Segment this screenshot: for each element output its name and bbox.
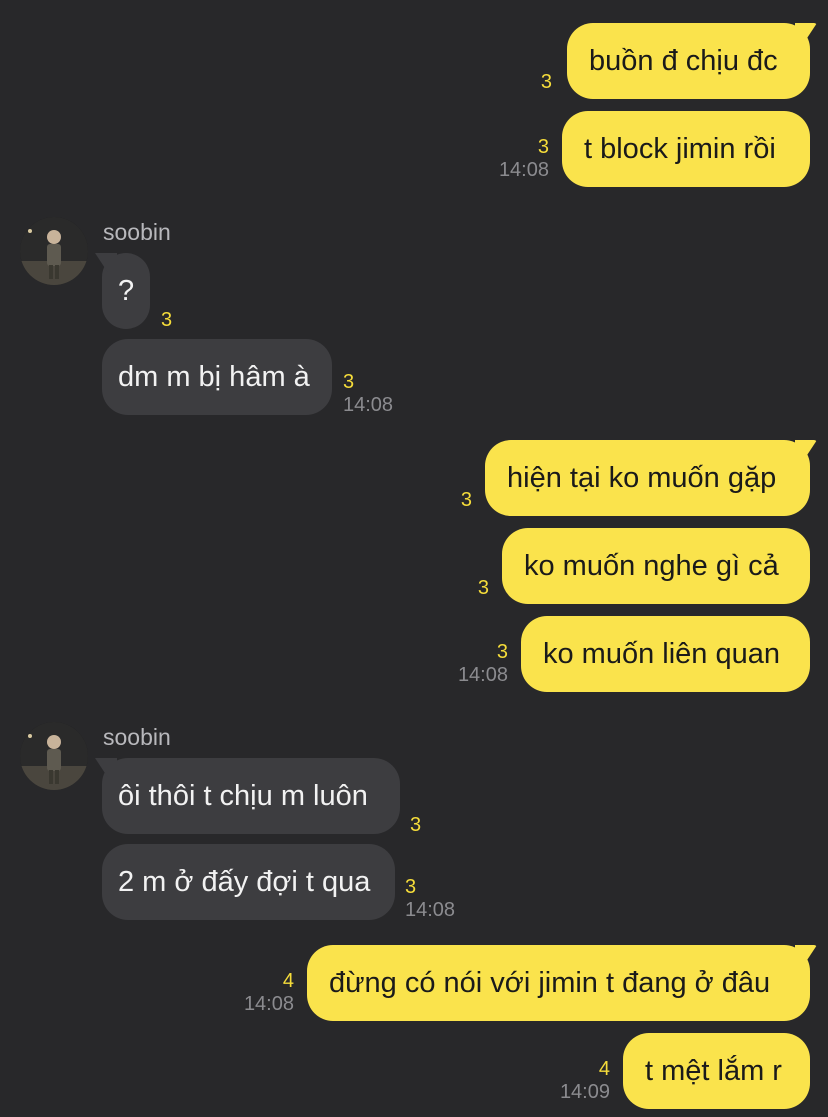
message-bubble-incoming[interactable]: 2 m ở đấy đợi t qua	[102, 844, 395, 920]
unread-count: 4	[598, 1058, 610, 1080]
message-meta: 3	[541, 71, 552, 93]
unread-count: 3	[496, 641, 508, 663]
unread-count: 3	[460, 489, 472, 511]
message-meta: 3 14:08	[458, 641, 508, 687]
message-text: đừng có nói với jimin t đang ở đâu	[329, 966, 771, 999]
message-row-outgoing: hiện tại ko muốn gặp 3	[0, 440, 828, 516]
message-meta: 3 14:08	[405, 876, 455, 922]
message-row-outgoing: đừng có nói với jimin t đang ở đâu 4 14:…	[0, 945, 828, 1021]
message-row-incoming: ? 3	[0, 253, 828, 331]
message-text: ?	[118, 274, 135, 307]
unread-count: 4	[282, 970, 294, 992]
unread-count: 3	[410, 814, 422, 836]
message-time: 14:08	[243, 993, 294, 1015]
message-time: 14:08	[457, 664, 508, 686]
message-text: ko muốn liên quan	[543, 637, 780, 670]
message-text: 2 m ở đấy đợi t qua	[118, 865, 371, 898]
message-text: dm m bị hâm à	[118, 360, 310, 393]
message-row-incoming: dm m bị hâm à 3 14:08	[0, 339, 828, 417]
message-row-incoming: ôi thôi t chịu m luôn 3	[0, 758, 828, 836]
message-bubble-outgoing[interactable]: ko muốn nghe gì cả	[502, 528, 810, 604]
message-meta: 4 14:09	[560, 1058, 610, 1104]
message-text: ôi thôi t chịu m luôn	[118, 779, 368, 812]
message-time: 14:08	[405, 899, 456, 921]
message-meta: 3 14:08	[499, 136, 549, 182]
message-meta: 3	[461, 489, 472, 511]
unread-count: 3	[477, 577, 489, 599]
message-row-incoming: 2 m ở đấy đợi t qua 3 14:08	[0, 844, 828, 922]
message-row-outgoing: ko muốn nghe gì cả 3	[0, 528, 828, 604]
message-bubble-outgoing[interactable]: t mệt lắm r	[623, 1033, 810, 1109]
message-text: t block jimin rồi	[584, 132, 776, 165]
message-meta: 3	[478, 577, 489, 599]
unread-count: 3	[537, 136, 549, 158]
message-bubble-incoming[interactable]: dm m bị hâm à	[102, 339, 332, 415]
unread-count: 3	[161, 309, 173, 331]
message-bubble-outgoing[interactable]: hiện tại ko muốn gặp	[485, 440, 810, 516]
message-text: t mệt lắm r	[645, 1054, 782, 1087]
message-text: buồn đ chịu đc	[589, 44, 778, 77]
message-time: 14:08	[343, 394, 394, 416]
message-meta: 3	[161, 309, 172, 331]
message-row-outgoing: t block jimin rồi 3 14:08	[0, 111, 828, 187]
message-time: 14:08	[498, 159, 549, 181]
message-bubble-outgoing[interactable]: t block jimin rồi	[562, 111, 810, 187]
unread-count: 3	[540, 71, 552, 93]
message-text: ko muốn nghe gì cả	[524, 549, 779, 582]
message-row-outgoing: buồn đ chịu đc 3	[0, 23, 828, 99]
sender-name: soobin	[103, 219, 171, 245]
message-row-outgoing: ko muốn liên quan 3 14:08	[0, 616, 828, 692]
chat-message-list[interactable]: buồn đ chịu đc 3 t block jimin rồi 3 14:…	[0, 0, 828, 1117]
message-text: hiện tại ko muốn gặp	[507, 461, 777, 494]
sender-name: soobin	[103, 724, 171, 750]
unread-count: 3	[405, 876, 417, 898]
message-bubble-incoming[interactable]: ?	[102, 253, 150, 329]
message-bubble-outgoing[interactable]: buồn đ chịu đc	[567, 23, 810, 99]
message-time: 14:09	[559, 1081, 610, 1103]
message-bubble-incoming[interactable]: ôi thôi t chịu m luôn	[102, 758, 400, 834]
message-bubble-outgoing[interactable]: đừng có nói với jimin t đang ở đâu	[307, 945, 810, 1021]
message-meta: 3 14:08	[343, 371, 393, 417]
message-row-outgoing: t mệt lắm r 4 14:09	[0, 1033, 828, 1109]
message-bubble-outgoing[interactable]: ko muốn liên quan	[521, 616, 810, 692]
message-meta: 4 14:08	[244, 970, 294, 1016]
unread-count: 3	[343, 371, 355, 393]
message-meta: 3	[410, 814, 421, 836]
